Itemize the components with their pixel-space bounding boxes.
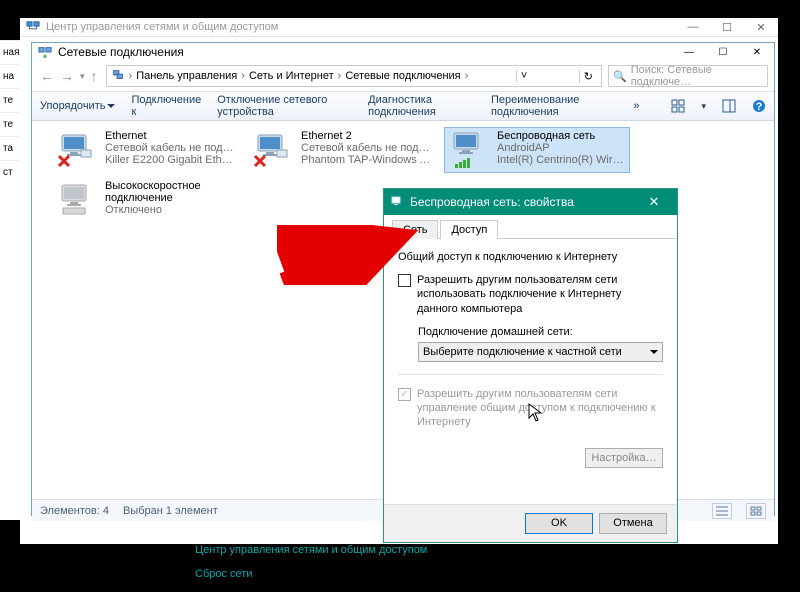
crumb-network-internet[interactable]: Сеть и Интернет <box>245 70 338 82</box>
disable-device-button[interactable]: Отключение сетевого устройства <box>217 94 352 118</box>
settings-button: Настройка… <box>585 448 663 468</box>
preview-pane-button[interactable] <box>722 98 736 114</box>
frag: на <box>0 64 20 88</box>
wireless-properties-dialog: Беспроводная сеть: свойства ✕ Сеть Досту… <box>383 188 678 543</box>
breadcrumb[interactable]: › Панель управления › Сеть и Интернет › … <box>106 65 602 87</box>
connection-name: Ethernet <box>105 130 235 142</box>
connection-item[interactable]: Ethernet Сетевой кабель не подкл… Killer… <box>52 127 238 173</box>
frag: та <box>0 136 20 160</box>
minimize-button[interactable]: — <box>676 18 710 37</box>
crumb-network-connections[interactable]: Сетевые подключения <box>341 70 464 82</box>
dialup-icon <box>57 180 97 220</box>
chevron-icon: › <box>465 70 469 82</box>
connection-status: Сетевой кабель не подкл… <box>301 142 431 154</box>
search-placeholder: Поиск: Сетевые подключе… <box>631 64 763 88</box>
allow-control-checkbox: ✓ <box>398 388 411 401</box>
frag: те <box>0 112 20 136</box>
connection-item[interactable]: Ethernet 2 Сетевой кабель не подкл… Phan… <box>248 127 434 173</box>
connection-status: AndroidAP <box>497 142 627 154</box>
diagnose-button[interactable]: Диагностика подключения <box>368 94 475 118</box>
network-center-icon <box>26 20 40 34</box>
ethernet-icon <box>253 130 293 170</box>
search-input[interactable]: 🔍 Поиск: Сетевые подключе… <box>608 65 768 87</box>
connection-desc: Phantom TAP-Windows A… <box>301 154 431 166</box>
connection-desc: Intel(R) Centrino(R) Wireles… <box>497 154 627 166</box>
icons-view-button[interactable] <box>746 503 766 519</box>
allow-sharing-checkbox[interactable] <box>398 274 411 287</box>
home-network-dropdown[interactable]: Выберите подключение к частной сети <box>418 342 663 362</box>
parent-title-bar: Центр управления сетями и общим доступом… <box>20 18 778 37</box>
svg-text:?: ? <box>756 101 763 113</box>
connection-item[interactable]: Высокоскоростное подключение Отключено <box>52 177 252 223</box>
dialog-tabs: Сеть Доступ <box>384 215 677 239</box>
nav-forward-button[interactable]: → <box>58 68 76 84</box>
item-count: Элементов: 4 <box>40 505 109 517</box>
nav-back-button[interactable]: ← <box>38 68 56 84</box>
allow-control-label: Разрешить другим пользователям сети упра… <box>417 387 663 430</box>
chevron-down-icon[interactable]: ▾ <box>701 101 706 112</box>
dialog-button-row: OK Отмена <box>384 504 677 542</box>
settings-links: Центр управления сетями и общим доступом… <box>195 544 427 592</box>
dialog-body: Общий доступ к подключению к Интернету Р… <box>384 239 677 480</box>
nav-up-button[interactable]: ↑ <box>89 68 100 84</box>
close-button[interactable]: ✕ <box>740 43 774 61</box>
explorer-title-bar: Сетевые подключения — ☐ ✕ <box>32 43 774 61</box>
maximize-button[interactable]: ☐ <box>710 18 744 37</box>
help-button[interactable]: ? <box>752 98 766 114</box>
tab-sharing[interactable]: Доступ <box>440 220 498 239</box>
connect-to-button[interactable]: Подключение к <box>131 94 201 118</box>
search-icon: 🔍 <box>613 70 627 83</box>
home-network-label: Подключение домашней сети: <box>418 326 663 338</box>
dropdown-icon[interactable]: ˅ <box>516 70 531 82</box>
frag: ная <box>0 40 20 64</box>
sharing-group-label: Общий доступ к подключению к Интернету <box>398 251 663 263</box>
breadcrumb-icon <box>111 68 125 85</box>
selection-count: Выбран 1 элемент <box>123 505 218 517</box>
explorer-title: Сетевые подключения <box>58 45 184 59</box>
settings-link[interactable]: Центр управления сетями и общим доступом <box>195 544 427 556</box>
connection-status: Сетевой кабель не подкл… <box>105 142 235 154</box>
minimize-button[interactable]: — <box>672 43 706 61</box>
nav-history-button[interactable]: ▾ <box>78 71 87 82</box>
connection-name: Беспроводная сеть <box>497 130 627 142</box>
organize-menu[interactable]: Упорядочить <box>40 100 115 112</box>
crumb-control-panel[interactable]: Панель управления <box>132 70 241 82</box>
address-row: ← → ▾ ↑ › Панель управления › Сеть и Инт… <box>32 61 774 91</box>
cancel-button[interactable]: Отмена <box>599 513 667 534</box>
divider <box>398 374 663 375</box>
ethernet-icon <box>57 130 97 170</box>
close-button[interactable]: ✕ <box>744 18 778 37</box>
frag: ст <box>0 160 20 184</box>
home-network-value: Выберите подключение к частной сети <box>423 346 650 358</box>
connection-status: Отключено <box>105 204 235 216</box>
connection-name: Ethernet 2 <box>301 130 431 142</box>
refresh-button[interactable]: ↻ <box>579 70 597 83</box>
connection-item-selected[interactable]: Беспроводная сеть AndroidAP Intel(R) Cen… <box>444 127 630 173</box>
background-left-strip: ная на те те та ст <box>0 40 20 520</box>
connection-desc: Killer E2200 Gigabit Etherne… <box>105 154 235 166</box>
details-view-button[interactable] <box>712 503 732 519</box>
dialog-close-button[interactable]: ✕ <box>637 189 671 215</box>
ok-button[interactable]: OK <box>525 513 593 534</box>
chevron-down-icon <box>650 350 658 358</box>
network-connections-icon <box>38 45 52 59</box>
wireless-properties-icon <box>390 195 404 209</box>
settings-link[interactable]: Сброс сети <box>195 568 427 580</box>
connection-name: Высокоскоростное подключение <box>105 180 235 204</box>
frag: те <box>0 88 20 112</box>
dialog-title-bar: Беспроводная сеть: свойства ✕ <box>384 189 677 215</box>
view-options-button[interactable] <box>671 98 685 114</box>
dialog-title: Беспроводная сеть: свойства <box>410 195 574 209</box>
allow-sharing-label: Разрешить другим пользователям сети испо… <box>417 273 663 316</box>
tab-network[interactable]: Сеть <box>392 220 438 239</box>
parent-title: Центр управления сетями и общим доступом <box>46 21 278 33</box>
toolbar: Упорядочить Подключение к Отключение сет… <box>32 91 774 121</box>
maximize-button[interactable]: ☐ <box>706 43 740 61</box>
rename-button[interactable]: Переименование подключения <box>491 94 617 118</box>
wireless-icon <box>449 130 489 170</box>
